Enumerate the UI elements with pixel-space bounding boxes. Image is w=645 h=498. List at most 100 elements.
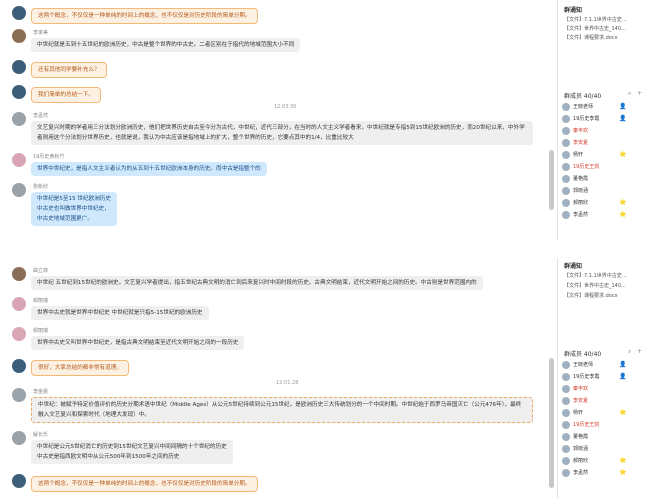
member-item[interactable]: 杨轩 ⭐ [562, 151, 638, 160]
member-item[interactable]: 19历史李霞 👤 [562, 373, 638, 382]
avatar[interactable] [12, 267, 26, 281]
member-name: 郭晓涵 [573, 446, 589, 452]
search-icon[interactable]: ⌕ [628, 90, 631, 98]
member-name: 郭晓涵 [573, 188, 589, 194]
member-name: 郝丽欣 [573, 200, 589, 206]
member-item[interactable]: 郭晓涵 [562, 445, 638, 454]
star-icon: ⭐ [619, 211, 627, 218]
message-list[interactable]: 这两个概念，不仅仅是一种单纯的时间上的概念，也不仅仅是对历史阶段的简单分期。 李… [0, 0, 555, 240]
member-avatar [562, 445, 570, 453]
member-item[interactable]: 郝丽欣 ⭐ [562, 199, 638, 208]
member-avatar [562, 115, 570, 123]
member-name: 秦丰欢 [573, 128, 589, 134]
member-count: 群成员 40/40 [564, 93, 602, 100]
message-bubble: 中世纪是5至15 世纪欧洲历史 中古史也叫做世界中世纪史， 中古史地域范围更广。 [31, 192, 117, 226]
avatar[interactable] [12, 297, 26, 311]
member-name: 19历史李霞 [573, 116, 600, 122]
member-avatar [562, 163, 570, 171]
member-item[interactable]: 19历史王凯 [562, 421, 638, 430]
avatar[interactable] [12, 29, 26, 43]
notice-title: 群通知 [564, 7, 583, 14]
group-sidebar: 群通知 【文件】7.1.1世界中古史... 【文件】世界中古史_140... 【… [557, 258, 645, 498]
member-name: 董艳霞 [573, 176, 589, 182]
chat-window-top: 这两个概念，不仅仅是一种单纯的时间上的概念，也不仅仅是对历史阶段的简单分期。 李… [0, 0, 645, 240]
message-bubble: 世界中世纪史，是指人文主义者认为的从五到十五世纪欧洲本身的历史。而中古是指整个的 [31, 162, 267, 176]
file-item[interactable]: 【文件】世界中古史_140... [564, 282, 626, 289]
avatar[interactable] [12, 112, 26, 126]
message-bubble: 中世纪 五世纪到15世纪的欧洲史。文艺复兴学者提出，指五世纪古典文明的消亡到后来… [31, 276, 483, 290]
member-avatar [562, 433, 570, 441]
file-item[interactable]: 【文件】课程要求.docx [564, 292, 618, 299]
member-name: 秦丰欢 [573, 386, 589, 392]
member-item[interactable]: 李孟然 ⭐ [562, 469, 638, 478]
avatar[interactable] [12, 359, 26, 373]
member-avatar [562, 199, 570, 207]
file-item[interactable]: 【文件】7.1.1世界中古史... [564, 16, 627, 23]
avatar[interactable] [12, 183, 26, 197]
member-item[interactable]: 郝丽欣 ⭐ [562, 457, 638, 466]
member-item[interactable]: 李安夏 [562, 139, 638, 148]
member-name: 李安夏 [573, 140, 589, 146]
sender-name: 李金晨 [33, 389, 49, 395]
message-bubble: 这两个概念，不仅仅是一种单纯的时间上的概念，也不仅仅是对历史阶段的简单分期。 [31, 476, 258, 492]
file-item[interactable]: 【文件】7.1.1世界中古史... [564, 272, 627, 279]
scrollbar-thumb[interactable] [549, 150, 554, 210]
search-icon[interactable]: ⌕ [628, 348, 631, 356]
message-bubble: 很好，大家总结的都非常有道理。 [31, 360, 129, 376]
sender-name: 解长乐 [33, 432, 49, 438]
member-name: 王晓老师 [573, 104, 594, 110]
member-avatar [562, 385, 570, 393]
member-avatar [562, 139, 570, 147]
avatar[interactable] [12, 6, 26, 20]
member-avatar [562, 409, 570, 417]
member-item[interactable]: 李孟然 ⭐ [562, 211, 638, 220]
member-item[interactable]: 19历史李霞 👤 [562, 115, 638, 124]
file-item[interactable]: 【文件】课程要求.docx [564, 34, 618, 41]
member-item[interactable]: 董艳霞 [562, 175, 638, 184]
member-avatar [562, 469, 570, 477]
message-bubble: 世界中古史又叫世界中世纪史，是指古典文明结束至近代文明开始之间的一段历史 [31, 336, 245, 350]
member-name: 杨轩 [573, 410, 584, 416]
member-name: 李安夏 [573, 398, 589, 404]
star-icon: ⭐ [619, 469, 627, 476]
message-bubble: 这两个概念，不仅仅是一种单纯的时间上的概念，也不仅仅是对历史阶段的简单分期。 [31, 8, 258, 24]
avatar[interactable] [12, 431, 26, 445]
member-item[interactable]: 李安夏 [562, 397, 638, 406]
avatar[interactable] [12, 388, 26, 402]
member-name: 王晓老师 [573, 362, 594, 368]
add-member-icon[interactable]: + [637, 348, 642, 355]
avatar[interactable] [12, 60, 26, 74]
member-name: 李孟然 [573, 212, 589, 218]
star-icon: ⭐ [619, 409, 627, 416]
member-name: 19历史王凯 [573, 164, 600, 170]
avatar[interactable] [12, 153, 26, 167]
scrollbar[interactable] [549, 0, 554, 240]
file-item[interactable]: 【文件】世界中古史_140... [564, 25, 626, 32]
member-avatar [562, 457, 570, 465]
member-item[interactable]: 19历史王凯 [562, 163, 638, 172]
avatar[interactable] [12, 327, 26, 341]
member-item[interactable]: 杨轩 ⭐ [562, 409, 638, 418]
member-item[interactable]: 董艳霞 [562, 433, 638, 442]
member-name: 董艳霞 [573, 434, 589, 440]
member-item[interactable]: 王晓老师 👤 [562, 361, 638, 370]
member-name: 杨轩 [573, 152, 584, 158]
sender-name: 詹新欣 [33, 184, 49, 190]
add-member-icon[interactable]: + [637, 90, 642, 97]
message-bubble: 中世纪就是五到十五世纪的欧洲历史，中古是整个世界的中古史。二者区别在于指代的地域… [31, 38, 301, 52]
member-avatar [562, 421, 570, 429]
avatar[interactable] [12, 85, 26, 99]
member-avatar [562, 103, 570, 111]
star-icon: ⭐ [619, 199, 627, 206]
scrollbar-thumb[interactable] [549, 358, 554, 488]
member-name: 郝丽欣 [573, 458, 589, 464]
member-avatar [562, 151, 570, 159]
scrollbar[interactable] [549, 258, 554, 498]
member-item[interactable]: 王晓老师 👤 [562, 103, 638, 112]
message-list[interactable]: 曲立菲 中世纪 五世纪到15世纪的欧洲史。文艺复兴学者提出，指五世纪古典文明的消… [0, 258, 555, 498]
message-bubble: 文艺复兴时期的学者用三分法划分欧洲历史，他们把世界历史自古至今分为古代，中世纪，… [31, 121, 533, 145]
member-item[interactable]: 秦丰欢 [562, 385, 638, 394]
member-item[interactable]: 郭晓涵 [562, 187, 638, 196]
avatar[interactable] [12, 474, 26, 488]
member-item[interactable]: 秦丰欢 [562, 127, 638, 136]
